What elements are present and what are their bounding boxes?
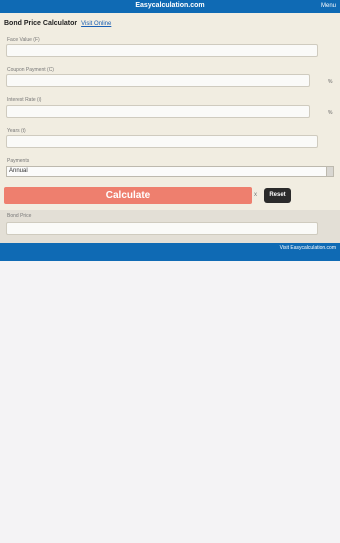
- coupon-payment-input[interactable]: [6, 74, 310, 87]
- calculator-heading: Bond Price Calculator Visit Online: [4, 20, 111, 27]
- visit-online-link[interactable]: Visit Online: [81, 21, 111, 27]
- face-value-input[interactable]: [6, 44, 318, 57]
- face-value-label: Face Value (F): [7, 37, 40, 43]
- reset-button[interactable]: Reset: [264, 188, 291, 203]
- menu-button[interactable]: Menu: [321, 0, 336, 12]
- calculator-title: Bond Price Calculator: [4, 20, 78, 27]
- calculate-button[interactable]: Calculate: [4, 187, 252, 204]
- payments-select[interactable]: Annual: [6, 166, 334, 177]
- years-label: Years (t): [7, 128, 26, 134]
- interest-rate-label: Interest Rate (i): [7, 97, 42, 103]
- coupon-percent-unit: %: [328, 79, 333, 85]
- interest-percent-unit: %: [328, 110, 333, 116]
- calculator-panel: Bond Price Calculator Visit Online Face …: [0, 13, 340, 243]
- bond-price-output[interactable]: [6, 222, 318, 235]
- site-title: Easycalculation.com: [135, 2, 205, 9]
- years-input[interactable]: [6, 135, 318, 148]
- visit-site-link[interactable]: Visit Easycalculation.com: [280, 243, 336, 253]
- top-bar: Easycalculation.com Menu: [0, 0, 340, 13]
- dropdown-arrow-icon: [326, 167, 333, 176]
- result-section: Bond Price: [0, 210, 340, 243]
- coupon-payment-label: Coupon Payment (C): [7, 67, 54, 73]
- separator-mark: x: [254, 192, 257, 198]
- footer-bar: Visit Easycalculation.com: [0, 243, 340, 261]
- bond-price-label: Bond Price: [7, 213, 32, 219]
- payments-label: Payments: [7, 158, 30, 164]
- payments-selected-value: Annual: [9, 168, 28, 174]
- interest-rate-input[interactable]: [6, 105, 310, 118]
